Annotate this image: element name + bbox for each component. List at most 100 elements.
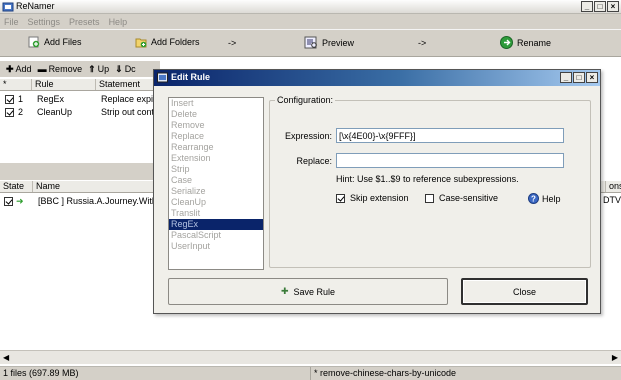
preview-icon xyxy=(304,36,317,49)
rename-label: Rename xyxy=(517,37,552,48)
dialog-title: Edit Rule xyxy=(171,72,211,82)
file-checkbox[interactable] xyxy=(4,196,13,206)
arrow-right-icon: ➜ xyxy=(16,195,24,206)
hint-text: Hint: Use $1..$9 to reference subexpress… xyxy=(336,174,519,184)
preview-button[interactable]: Preview xyxy=(304,36,354,49)
close-dialog-button[interactable]: Close xyxy=(461,278,588,305)
dialog-window-controls: _ □ × xyxy=(560,72,598,83)
help-icon: ? xyxy=(528,193,539,204)
configuration-legend: Configuration: xyxy=(275,95,336,105)
case-sensitive-checkbox[interactable] xyxy=(425,193,434,203)
expression-input[interactable] xyxy=(336,128,564,143)
main-window-controls: _ □ × xyxy=(581,1,619,12)
maximize-button[interactable]: □ xyxy=(573,72,585,83)
add-files-label: Add Files xyxy=(44,37,82,47)
rule-type-item[interactable]: Case xyxy=(169,175,263,186)
add-files-icon xyxy=(28,36,40,48)
file-name: [BBC ] Russia.A.Journey.With xyxy=(38,196,157,206)
rule-type-item[interactable]: UserInput xyxy=(169,241,263,252)
skip-extension-label: Skip extension xyxy=(350,193,409,203)
maximize-button[interactable]: □ xyxy=(594,1,606,12)
rule-type-item[interactable]: Insert xyxy=(169,98,263,109)
rename-icon xyxy=(500,36,513,49)
svg-text:?: ? xyxy=(531,194,536,203)
col-state[interactable]: State xyxy=(0,181,33,192)
arrow-separator: -> xyxy=(228,38,237,48)
rule-type-item[interactable]: Rearrange xyxy=(169,142,263,153)
add-rule-button[interactable]: ✚ Add xyxy=(6,64,32,75)
replace-input[interactable] xyxy=(336,153,564,168)
rule-name: CleanUp xyxy=(37,107,73,117)
rule-type-item[interactable]: RegEx xyxy=(169,219,263,230)
col-star[interactable]: * xyxy=(0,79,32,90)
menu-file[interactable]: File xyxy=(4,17,19,27)
minimize-button[interactable]: _ xyxy=(581,1,593,12)
move-up-button[interactable]: ⇑ Up xyxy=(88,64,109,75)
remove-rule-button[interactable]: ▬ Remove xyxy=(38,64,83,74)
add-files-button[interactable]: Add Files xyxy=(28,36,82,48)
skip-extension-option[interactable]: Skip extension xyxy=(336,193,409,203)
minus-icon: ▬ xyxy=(37,64,47,74)
arrow-down-icon: ⇓ xyxy=(115,63,123,74)
add-folders-button[interactable]: Add Folders xyxy=(135,36,200,48)
expression-label: Expression: xyxy=(284,131,332,141)
plus-icon: ✚ xyxy=(6,63,14,74)
main-title-bar: ReNamer _ □ × xyxy=(0,0,621,14)
file-extra-cell: DTV xyxy=(603,195,621,205)
skip-extension-checkbox[interactable] xyxy=(336,193,345,203)
table-row[interactable]: 2 CleanUp Strip out conte xyxy=(0,106,160,118)
close-button[interactable]: × xyxy=(607,1,619,12)
table-row[interactable]: 1 RegEx Replace expi xyxy=(0,93,160,105)
close-button[interactable]: × xyxy=(586,72,598,83)
edit-rule-dialog: Edit Rule _ □ × Insert Delete Remove Replac… xyxy=(153,69,601,314)
move-down-button[interactable]: ⇓ Dc xyxy=(115,64,136,75)
rename-button[interactable]: Rename xyxy=(500,36,551,49)
add-folders-label: Add Folders xyxy=(151,37,200,47)
horizontal-scrollbar[interactable]: ◀ ▶ xyxy=(0,350,621,364)
rule-type-item[interactable]: CleanUp xyxy=(169,197,263,208)
dialog-title-bar: Edit Rule _ □ × xyxy=(154,70,600,86)
rule-type-item[interactable]: PascalScript xyxy=(169,230,263,241)
rule-type-item[interactable]: Delete xyxy=(169,109,263,120)
rule-type-item[interactable]: Remove xyxy=(169,120,263,131)
plus-icon: ✚ xyxy=(280,286,289,296)
minimize-button[interactable]: _ xyxy=(560,72,572,83)
rule-type-list[interactable]: Insert Delete Remove Replace Rearrange Extens… xyxy=(168,97,264,270)
rule-checkbox[interactable] xyxy=(5,94,14,104)
col-statement[interactable]: Statement xyxy=(96,79,160,90)
col-options[interactable]: ons xyxy=(606,181,621,192)
preview-label: Preview xyxy=(322,37,355,48)
case-sensitive-label: Case-sensitive xyxy=(439,193,499,203)
rules-table-header: * Rule Statement xyxy=(0,79,160,91)
scroll-right-icon[interactable]: ▶ xyxy=(612,353,618,362)
menu-settings[interactable]: Settings xyxy=(28,17,61,27)
help-label: Help xyxy=(542,193,561,204)
scroll-left-icon[interactable]: ◀ xyxy=(3,353,9,362)
add-folders-icon xyxy=(135,38,147,48)
splitter[interactable] xyxy=(0,163,160,180)
menu-presets[interactable]: Presets xyxy=(69,17,100,27)
col-rule[interactable]: Rule xyxy=(32,79,96,90)
rule-name: RegEx xyxy=(37,94,65,104)
status-bar: 1 files (697.89 MB) * remove-chinese-cha… xyxy=(0,366,621,380)
app-title: ReNamer xyxy=(16,1,55,11)
rule-checkbox[interactable] xyxy=(5,107,14,117)
help-link[interactable]: ? Help xyxy=(528,193,561,204)
app-icon xyxy=(157,72,168,83)
menu-help[interactable]: Help xyxy=(109,17,128,27)
rule-type-item[interactable]: Extension xyxy=(169,153,263,164)
save-rule-label: Save Rule xyxy=(293,286,336,297)
rules-toolbar: ✚ Add ▬ Remove ⇑ Up ⇓ Dc xyxy=(0,61,160,77)
rule-type-item[interactable]: Translit xyxy=(169,208,263,219)
save-rule-button[interactable]: ✚ Save Rule xyxy=(168,278,448,305)
menu-bar: File Settings Presets Help xyxy=(0,14,621,29)
status-preset: * remove-chinese-chars-by-unicode xyxy=(314,368,457,378)
case-sensitive-option[interactable]: Case-sensitive xyxy=(425,193,498,203)
replace-label: Replace: xyxy=(296,156,332,166)
rule-type-item[interactable]: Serialize xyxy=(169,186,263,197)
close-label: Close xyxy=(512,286,536,297)
rule-statement: Replace expi xyxy=(101,94,154,104)
rule-type-item[interactable]: Replace xyxy=(169,131,263,142)
rule-number: 2 xyxy=(18,107,24,117)
rule-type-item[interactable]: Strip xyxy=(169,164,263,175)
